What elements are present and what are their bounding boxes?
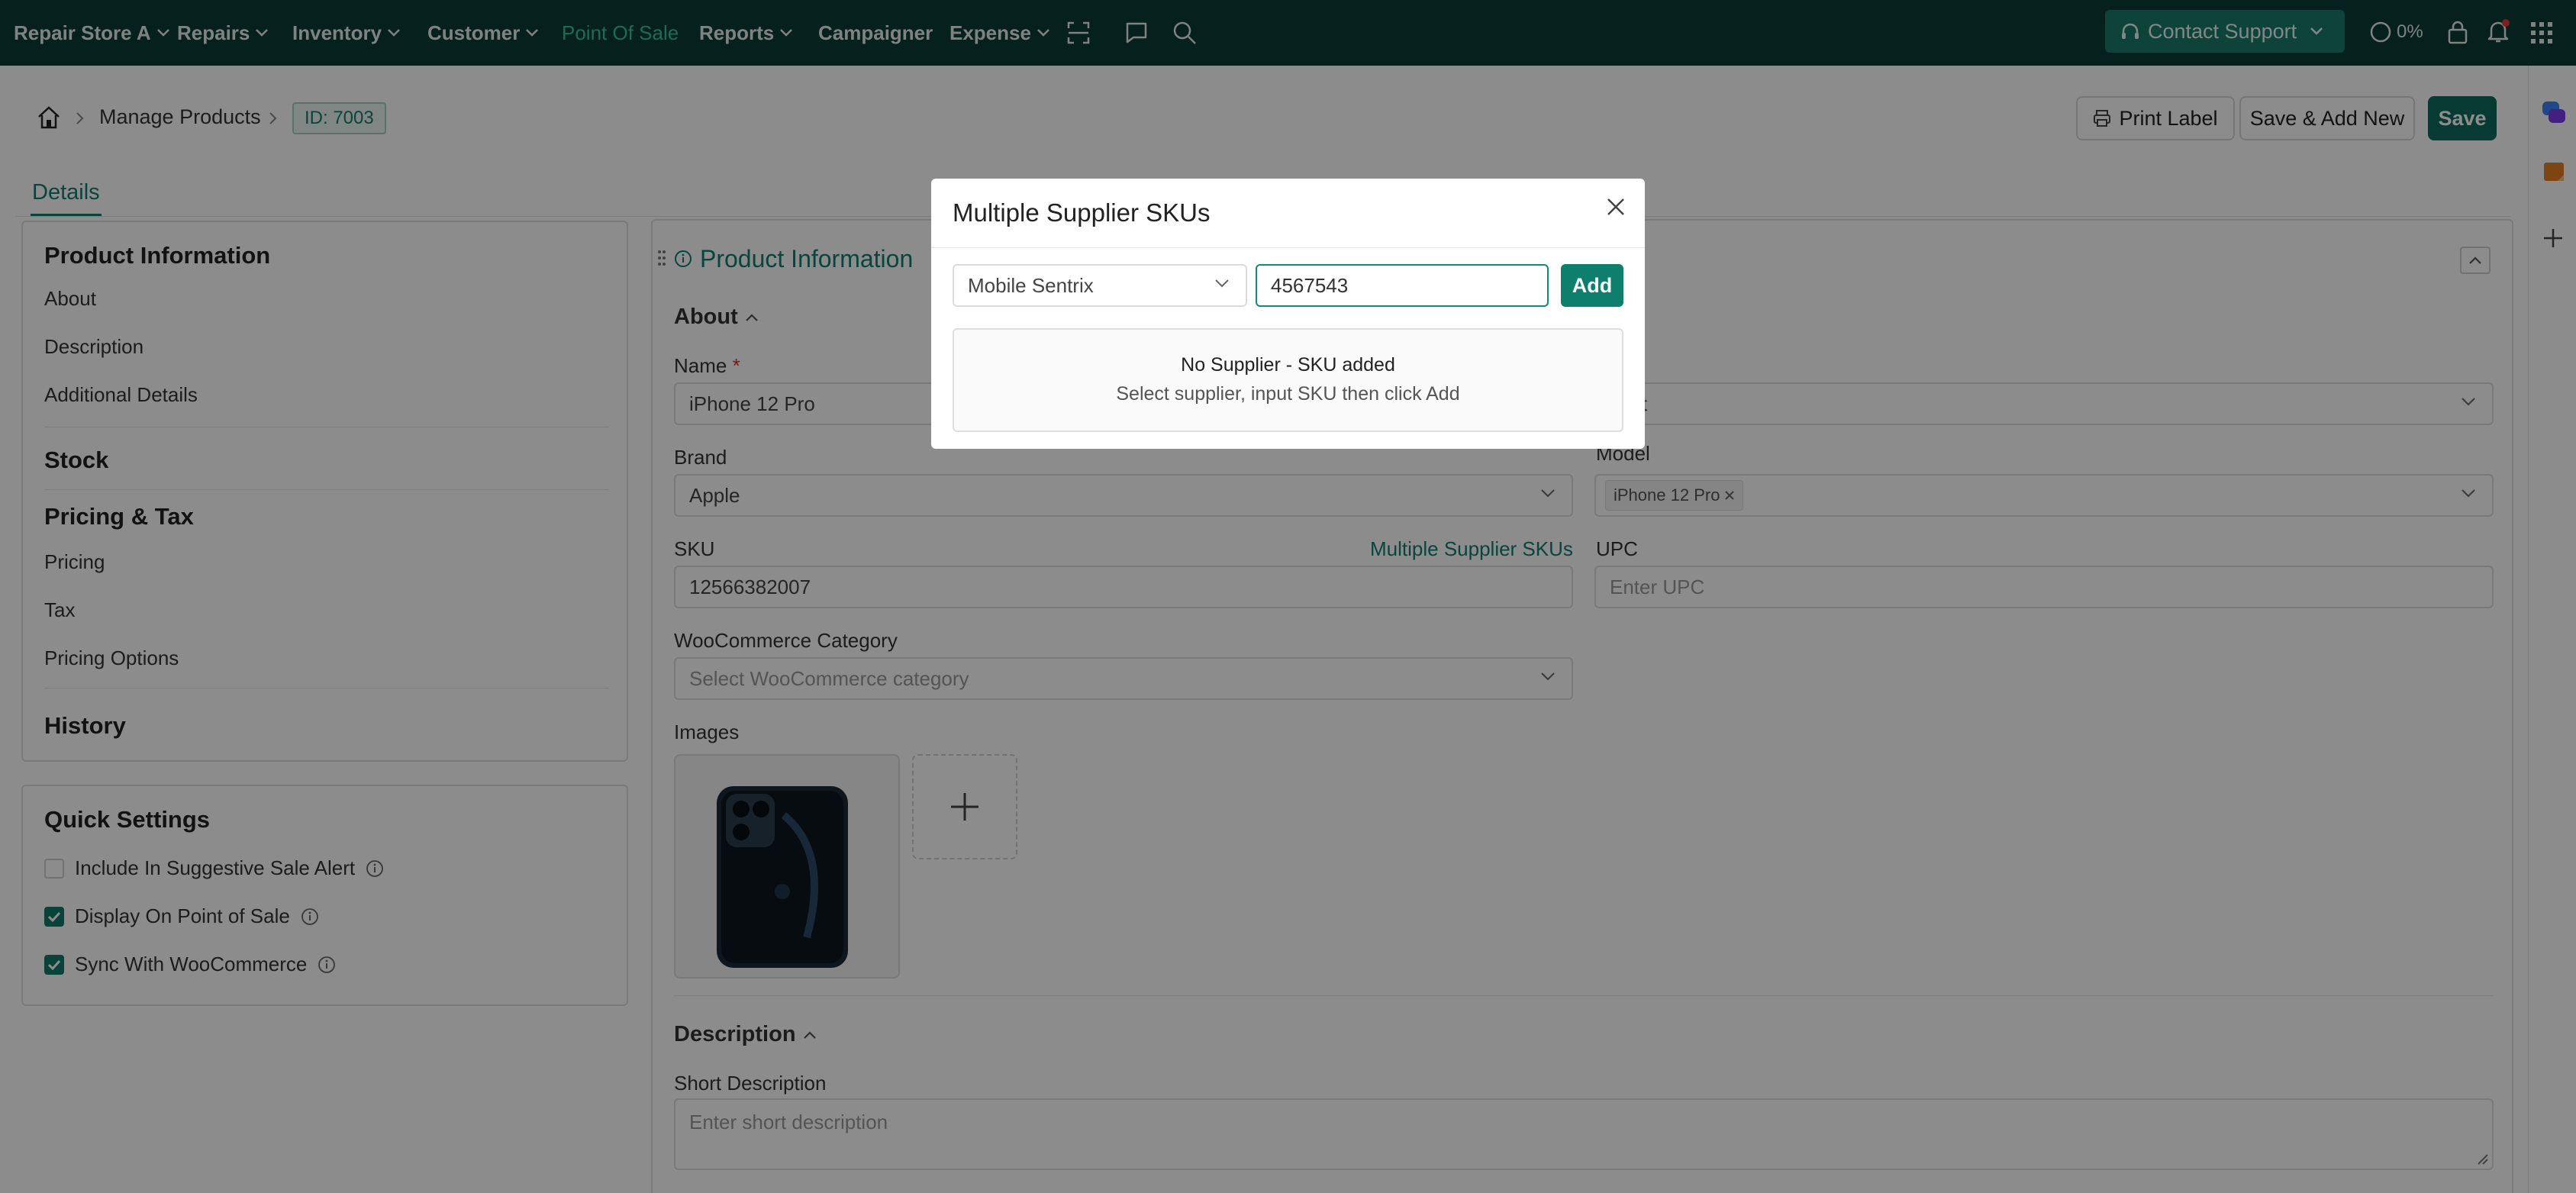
chevron-down-icon — [1215, 279, 1229, 288]
supplier-sku-empty-state: No Supplier - SKU added Select supplier,… — [953, 328, 1623, 432]
empty-state-hint: Select supplier, input SKU then click Ad… — [1116, 383, 1460, 405]
supplier-sku-input[interactable]: 4567543 — [1256, 264, 1549, 307]
add-supplier-sku-button[interactable]: Add — [1561, 264, 1623, 307]
divider — [931, 247, 1645, 248]
close-icon[interactable] — [1606, 197, 1626, 217]
multiple-supplier-skus-modal: Multiple Supplier SKUs Mobile Sentrix 45… — [931, 179, 1645, 449]
supplier-value: Mobile Sentrix — [968, 273, 1094, 297]
empty-state-title: No Supplier - SKU added — [1181, 354, 1395, 376]
supplier-select[interactable]: Mobile Sentrix — [953, 264, 1247, 307]
modal-title: Multiple Supplier SKUs — [953, 198, 1211, 227]
